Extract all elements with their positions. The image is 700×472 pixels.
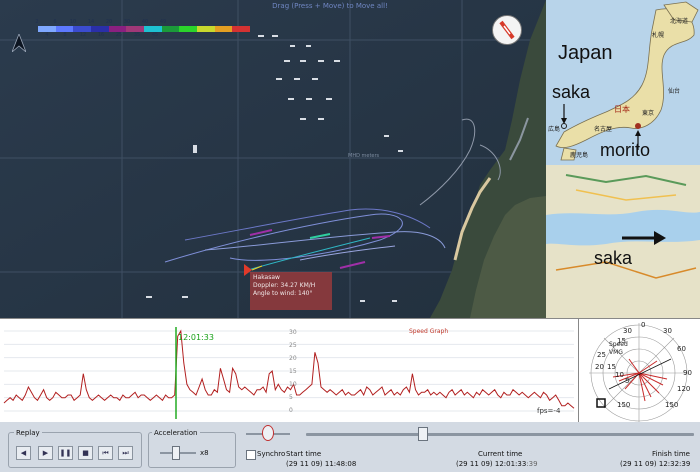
polar-ring-label: 30 (623, 327, 632, 335)
map-overlay-text: MHD meters (348, 153, 380, 159)
scale-label: 14 (87, 19, 95, 25)
polar-legend-vmg: VMG (609, 349, 623, 356)
start-time-label: Start time (286, 450, 322, 458)
acceleration-value: x8 (200, 449, 209, 457)
acceleration-slider-thumb[interactable] (172, 446, 180, 460)
polar-ring-label: 5 (625, 377, 630, 385)
polar-ring-label: 10 (615, 371, 624, 379)
y-tick-label: 10 (289, 381, 297, 388)
y-tick-label: 15 (289, 368, 297, 375)
fps-readout: fps=-4 (537, 407, 561, 415)
pause-button[interactable]: ❚❚ (58, 446, 73, 460)
scale-label: 2 (35, 19, 39, 25)
polar-chart (589, 323, 689, 423)
scale-label: 4 (45, 32, 49, 38)
inset-label-morito: morito (600, 140, 651, 160)
map-satellite-background (0, 0, 546, 318)
city-label: 広島 (548, 126, 561, 133)
speed-graph-panel[interactable]: Speed Graph 12:01:33 30 25 20 15 10 5 0 … (0, 318, 578, 424)
polar-angle-label: 120 (677, 385, 691, 393)
boat-info-box: Hakasaw Doppler: 34.27 KM/H Angle to win… (250, 272, 332, 310)
polar-angle-label: 30 (663, 327, 672, 335)
timeline-slider-track[interactable] (306, 433, 694, 436)
city-label: 名古屋 (594, 126, 613, 133)
current-time-label: Current time (478, 450, 523, 458)
polar-angle-label: 150 (617, 401, 631, 409)
play-button[interactable]: ▶ (38, 446, 53, 460)
polar-angle-label: 60 (677, 345, 686, 353)
polar-ring-label: 20 (595, 363, 604, 371)
scale-label: 30 (123, 19, 131, 25)
forward-end-button[interactable]: ⏭ (118, 446, 133, 460)
polar-diagram: 30 15 25 20 15 10 5 0 30 60 90 120 150 1… (578, 318, 700, 423)
city-label: 仙台 (668, 88, 681, 95)
map-view[interactable]: Drag (Press + Move) to Move all! 2 6 10 … (0, 0, 546, 318)
scale-label: 35 (133, 32, 141, 38)
y-tick-label: 25 (289, 342, 297, 349)
boat-doppler: Doppler: 34.27 KM/H (253, 282, 316, 289)
drag-hint-text: Drag (Press + Move) to Move all! (272, 2, 388, 10)
city-label: 札幌 (652, 32, 665, 39)
acceleration-group (148, 432, 236, 468)
graph-title: Speed Graph (409, 328, 449, 335)
north-arrow-icon (12, 34, 26, 52)
scale-label: 25 (115, 32, 123, 38)
polar-angle-label: 90 (683, 369, 692, 377)
finish-time-value: (29 11 09) 12:32:39 (620, 460, 691, 468)
boat-wind-angle: Angle to wind: 140° (253, 290, 313, 297)
wind-direction-icon (499, 20, 515, 40)
graph-cursor-time: 12:01:33 (178, 333, 214, 342)
city-label: 北海道 (670, 18, 689, 25)
location-inset-map: Japan saka morito saka 札幌 北海道 仙台 日本 東京 名… (546, 0, 700, 318)
scale-label: 12 (79, 32, 87, 38)
rewind-start-button[interactable]: ⏮ (98, 446, 113, 460)
scale-label: 40 (141, 19, 149, 25)
scale-color-swatch (179, 26, 198, 32)
city-label: 鹿児島 (570, 152, 589, 159)
scale-label: 8 (63, 32, 67, 38)
wind-compass-button[interactable] (492, 15, 522, 45)
timeline-slider-thumb[interactable] (418, 427, 428, 441)
polar-legend-speed: Speed (609, 341, 628, 348)
start-time-value: (29 11 09) 11:48:08 (286, 460, 357, 468)
city-label: 東京 (642, 110, 655, 117)
scale-label: 45 (151, 32, 159, 38)
scale-label: 49 (159, 19, 167, 25)
step-back-button[interactable]: ◀ (16, 446, 31, 460)
scale-color-swatch (214, 26, 233, 32)
stop-button[interactable]: ■ (78, 446, 93, 460)
scale-color-swatch (197, 26, 215, 32)
y-tick-label: 0 (289, 407, 293, 414)
scale-color-swatch (232, 26, 251, 32)
y-tick-label: 30 (289, 329, 297, 336)
replay-label: Replay (14, 429, 42, 437)
replay-controls: Replay ◀ ▶ ❚❚ ■ ⏮ ⏭ Acceleration x8 Sync… (0, 422, 700, 472)
inset-label-saka-detail: saka (594, 248, 633, 268)
current-time-fraction: :39 (526, 460, 538, 468)
acceleration-label: Acceleration (152, 429, 200, 437)
polar-ring-label: 15 (607, 363, 616, 371)
scale-label: 6 (53, 19, 57, 25)
inset-label-japan: Japan (558, 42, 613, 64)
finish-time-label: Finish time (652, 450, 690, 458)
polar-ring-label: 25 (597, 351, 606, 359)
polar-angle-label: 150 (665, 401, 679, 409)
boat-name: Hakasaw (253, 274, 280, 281)
scale-label: 10 (69, 19, 77, 25)
scale-top-labels: 2 6 10 14 20 30 40 49 (28, 19, 172, 25)
current-time-value: (29 11 09) 12:01:33:39 (456, 460, 538, 468)
scale-bottom-labels: 4 8 12 16 25 35 45 (38, 32, 164, 38)
y-tick-label: 20 (289, 355, 297, 362)
zoom-slider-thumb[interactable] (262, 425, 274, 441)
scale-label: 16 (97, 32, 105, 38)
city-label: 日本 (614, 105, 630, 114)
inset-label-saka: saka (552, 82, 591, 102)
synchro-label: Synchro (257, 450, 286, 458)
y-tick-label: 5 (289, 394, 293, 401)
scale-color-swatch (161, 26, 180, 32)
scale-label: 20 (105, 19, 113, 25)
polar-angle-label: 0 (641, 321, 646, 329)
synchro-checkbox[interactable] (246, 450, 256, 460)
current-time-main: (29 11 09) 12:01:33 (456, 460, 527, 468)
